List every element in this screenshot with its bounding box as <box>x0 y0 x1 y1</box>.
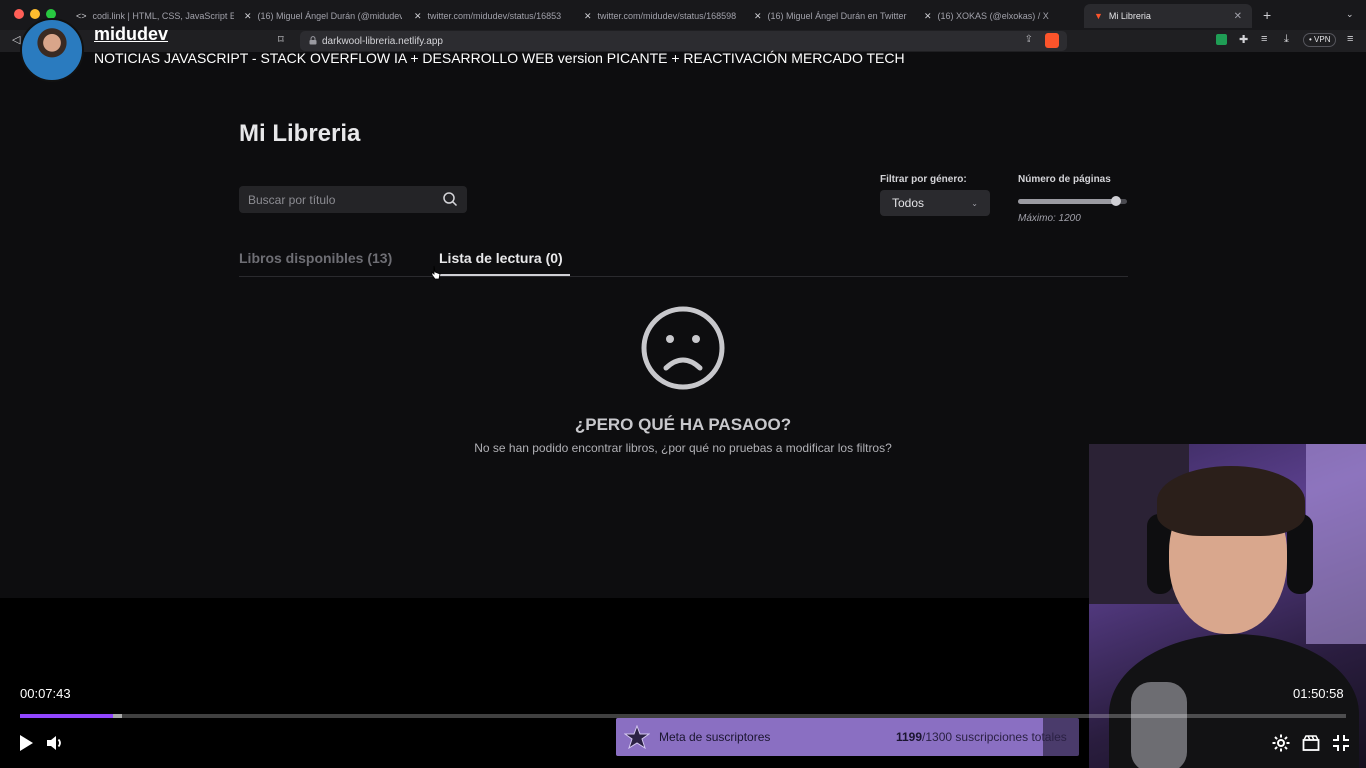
play-icon[interactable] <box>16 733 36 753</box>
brave-icon: ▼ <box>1094 11 1103 21</box>
back-icon[interactable]: ◁ <box>12 33 20 46</box>
download-icon[interactable]: ⤓ <box>1284 33 1289 46</box>
tab-label: (16) XOKAS (@elxokas) / X <box>937 11 1049 21</box>
sad-face-icon <box>641 306 725 390</box>
genre-select[interactable]: Todos ⌄ <box>880 190 990 216</box>
share-icon[interactable]: ⇪ <box>1025 34 1033 45</box>
vpn-button[interactable]: • VPN <box>1303 33 1337 47</box>
genre-filter-label: Filtrar por género: <box>880 174 967 185</box>
genre-select-value: Todos <box>892 196 925 210</box>
goal-current: 1199 <box>896 730 923 744</box>
total-time: 01:50:58 <box>1293 686 1344 701</box>
exit-fullscreen-icon[interactable] <box>1331 733 1351 753</box>
browser-tab[interactable]: ✕ (16) XOKAS (@elxokas) / X <box>914 4 1082 28</box>
page-title: Mi Libreria <box>239 120 361 147</box>
x-icon: ✕ <box>924 10 932 21</box>
volume-icon[interactable] <box>45 733 65 753</box>
pages-range-slider[interactable] <box>1018 196 1127 206</box>
tab-label: (16) Miguel Ángel Durán en Twitter <box>767 11 907 21</box>
mouse-cursor-icon <box>431 265 441 280</box>
x-icon: ✕ <box>414 10 422 21</box>
close-tab-icon[interactable]: ✕ <box>1234 11 1242 22</box>
subscriber-goal-widget: Meta de suscriptores 1199/1300 suscripci… <box>616 718 1079 756</box>
vscode-icon: <> <box>76 11 87 21</box>
tabs-divider <box>239 276 1128 277</box>
empty-state-title: ¿PERO QUÉ HA PASAOO? <box>574 415 792 434</box>
tab-bar: <> codi.link | HTML, CSS, JavaScript E ✕… <box>0 0 1366 30</box>
tab-label: Mi Libreria <box>1108 11 1151 21</box>
browser-toolbar: ◁ ⌑ darkwool-libreria.netlify.app ⇪ ✚ ≡ … <box>0 30 1366 52</box>
bookmark-icon[interactable]: ⌑ <box>278 33 284 46</box>
close-window-dot[interactable] <box>14 9 24 19</box>
address-bar[interactable]: darkwool-libreria.netlify.app ⇪ <box>300 31 1067 51</box>
played-bar <box>20 714 113 718</box>
channel-avatar[interactable] <box>20 18 84 82</box>
pages-filter-label: Número de páginas <box>1018 174 1111 185</box>
microphone <box>1131 682 1187 768</box>
browser-tab[interactable]: ✕ (16) Miguel Ángel Durán (@midudev <box>234 4 402 28</box>
tab-label: codi.link | HTML, CSS, JavaScript E <box>92 11 234 21</box>
search-placeholder: Buscar por título <box>248 192 336 207</box>
new-tab-button[interactable]: + <box>1263 7 1271 23</box>
video-title: NOTICIAS JAVASCRIPT - STACK OVERFLOW IA … <box>94 50 905 66</box>
extensions-puzzle-icon[interactable]: ✚ <box>1239 33 1248 46</box>
active-tab-indicator <box>439 274 570 276</box>
x-icon: ✕ <box>584 10 592 21</box>
playlist-icon[interactable]: ≡ <box>1261 33 1267 45</box>
settings-gear-icon[interactable] <box>1271 733 1291 753</box>
url-text: darkwool-libreria.netlify.app <box>322 35 443 47</box>
lock-icon <box>309 36 317 45</box>
star-badge-icon <box>624 725 650 749</box>
extension-green-icon[interactable] <box>1216 34 1227 45</box>
channel-name[interactable]: midudev <box>94 24 168 45</box>
tab-available-books[interactable]: Libros disponibles (13) <box>239 250 392 266</box>
range-fill <box>1018 199 1117 204</box>
browser-tab[interactable]: ✕ twitter.com/midudev/status/168598 <box>574 4 742 28</box>
tab-label: twitter.com/midudev/status/16853 <box>427 11 562 21</box>
goal-total: /1300 suscripciones totales <box>922 730 1067 744</box>
webcam-overlay <box>1089 444 1366 768</box>
tab-list-chevron-icon[interactable]: ⌄ <box>1346 9 1354 20</box>
streamer-hair <box>1157 466 1305 536</box>
search-input[interactable]: Buscar por título <box>239 186 467 213</box>
chevron-down-icon: ⌄ <box>971 198 978 208</box>
clip-icon[interactable] <box>1301 733 1321 753</box>
menu-icon[interactable]: ≡ <box>1347 33 1353 45</box>
x-icon: ✕ <box>754 10 762 21</box>
browser-tab-active[interactable]: ▼ Mi Libreria ✕ <box>1084 4 1252 28</box>
x-icon: ✕ <box>244 10 252 21</box>
tab-label: twitter.com/midudev/status/168598 <box>597 11 737 21</box>
tab-label: (16) Miguel Ángel Durán (@midudev <box>257 11 402 21</box>
tab-reading-list[interactable]: Lista de lectura (0) <box>439 250 563 266</box>
pages-max-text: Máximo: 1200 <box>1018 213 1081 224</box>
background-light <box>1306 444 1366 644</box>
browser-tab[interactable]: ✕ twitter.com/midudev/status/16853 <box>404 4 572 28</box>
goal-label: Meta de suscriptores <box>659 730 771 744</box>
current-time: 00:07:43 <box>20 686 71 701</box>
browser-chrome: <> codi.link | HTML, CSS, JavaScript E ✕… <box>0 0 1366 52</box>
goal-count: 1199/1300 suscripciones totales <box>896 730 1067 744</box>
browser-tab[interactable]: ✕ (16) Miguel Ángel Durán en Twitter <box>744 4 912 28</box>
search-icon <box>443 192 458 207</box>
brave-shields-icon[interactable] <box>1045 33 1059 48</box>
minimize-window-dot[interactable] <box>30 9 40 19</box>
